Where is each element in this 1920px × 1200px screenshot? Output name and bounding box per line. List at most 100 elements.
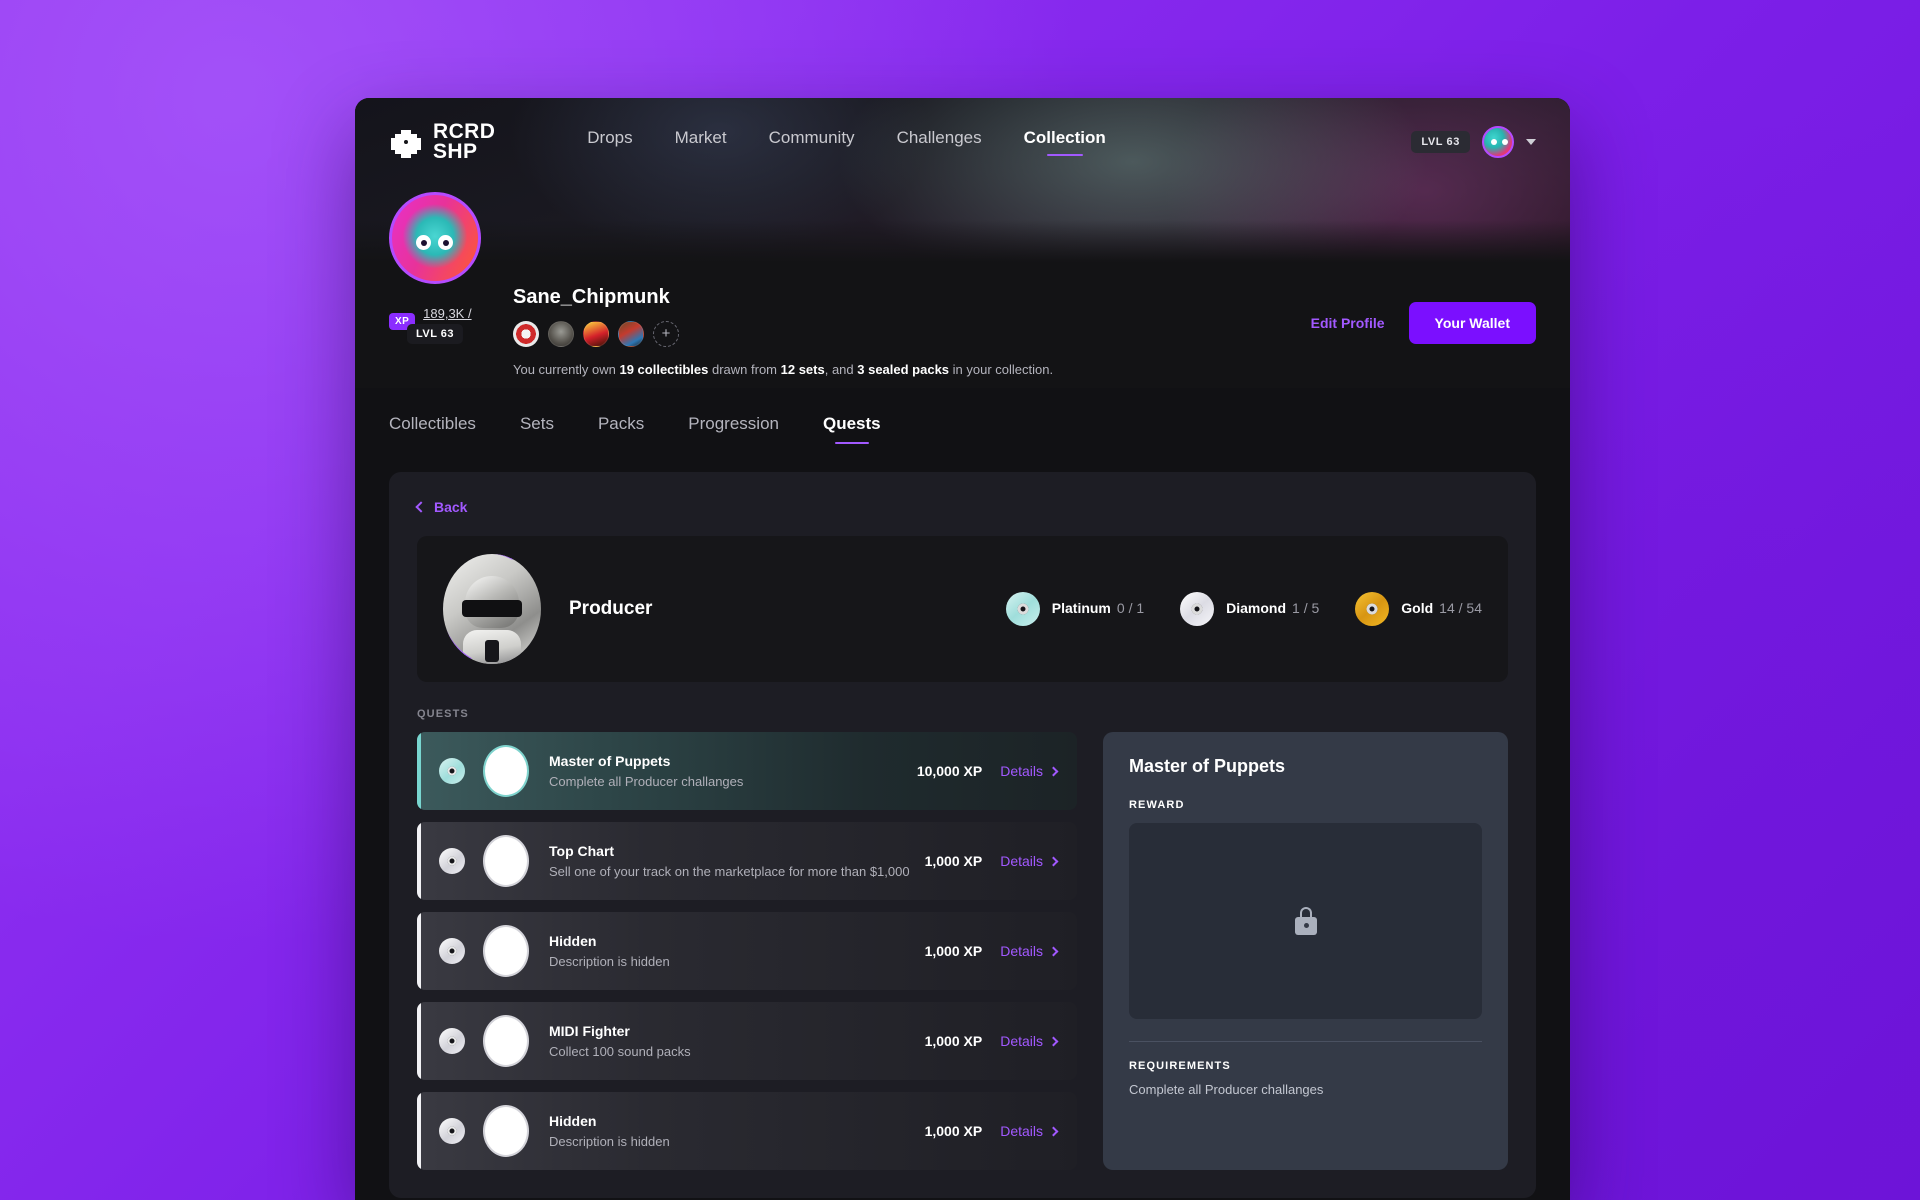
quest-list: Master of Puppets Complete all Producer … [417,732,1077,1170]
quest-details-link[interactable]: Details [1000,1033,1059,1049]
nav-item-drops[interactable]: Drops [587,128,632,156]
producer-card: Producer Platinum 0 / 1 Diamond 1 / 5 Gold… [417,536,1508,682]
diamond-disc-icon [1180,592,1215,626]
profile-avatar-icon[interactable] [389,192,481,284]
edit-profile-link[interactable]: Edit Profile [1311,315,1385,331]
app-window: RCRD SHP Drops Market Community Challeng… [355,98,1570,1200]
quest-description: Description is hidden [549,954,670,969]
brand-line-1: RCRD [433,120,496,143]
badge-misfits-icon[interactable] [548,321,574,347]
stats-sets: 12 sets [780,362,825,377]
tier-list: Platinum 0 / 1 Diamond 1 / 5 Gold 14 / 54 [1005,592,1482,626]
quest-medal-icon [483,745,529,797]
rcrdshp-logo-icon [389,126,423,158]
your-wallet-button[interactable]: Your Wallet [1408,302,1536,344]
primary-nav: Drops Market Community Challenges Collec… [587,128,1106,156]
hero-banner: RCRD SHP Drops Market Community Challeng… [355,98,1570,266]
quests-panel: Back Producer Platinum 0 / 1 Diamond 1 / 5 [389,472,1536,1198]
quest-disc-icon [439,1028,465,1054]
avatar-level-badge: LVL 63 [406,324,464,344]
tab-sets[interactable]: Sets [520,414,554,444]
chevron-right-icon [1048,856,1059,866]
tier-platinum: Platinum 0 / 1 [1005,592,1144,626]
requirements-text: Complete all Producer challanges [1129,1082,1324,1097]
nav-item-market[interactable]: Market [675,128,727,156]
chevron-left-icon [415,501,427,513]
add-badge-button[interactable]: + [653,321,679,347]
platinum-disc-icon [1005,592,1040,626]
quest-row[interactable]: Top Chart Sell one of your track on the … [417,822,1077,900]
quest-description: Sell one of your track on the marketplac… [549,864,910,879]
quest-details-label: Details [1000,853,1043,869]
nav-item-challenges[interactable]: Challenges [897,128,982,156]
detail-divider [1129,1041,1482,1042]
profile-badges: + [513,321,1311,347]
quest-title: MIDI Fighter [549,1023,630,1039]
tab-collectibles[interactable]: Collectibles [389,414,476,444]
quest-disc-icon [439,848,465,874]
quest-details-link[interactable]: Details [1000,853,1059,869]
producer-avatar-icon [443,554,541,664]
quest-description: Collect 100 sound packs [549,1044,691,1059]
tab-quests[interactable]: Quests [823,414,881,444]
brand-name: RCRD SHP [433,120,496,162]
top-navbar: RCRD SHP Drops Market Community Challeng… [355,98,1570,162]
profile-stats: You currently own 19 collectibles drawn … [513,362,1311,377]
chevron-right-icon [1048,946,1059,956]
nav-item-collection[interactable]: Collection [1024,128,1106,156]
quest-medal-icon [483,835,529,887]
tab-packs[interactable]: Packs [598,414,644,444]
badge-art-icon[interactable] [618,321,644,347]
chevron-right-icon [1048,1036,1059,1046]
quest-xp: 1,000 XP [924,943,983,959]
nav-right-cluster: LVL 63 [1411,126,1536,158]
quests-layout: Master of Puppets Complete all Producer … [417,732,1508,1170]
quest-details-link[interactable]: Details [1000,943,1059,959]
requirements-label: REQUIREMENTS [1129,1060,1231,1072]
quest-row[interactable]: Master of Puppets Complete all Producer … [417,732,1077,810]
profile-actions: Edit Profile Your Wallet [1311,266,1536,344]
back-label: Back [434,499,468,515]
tier-gold: Gold 14 / 54 [1355,592,1482,626]
lock-icon [1294,907,1317,935]
gold-disc-icon [1355,592,1390,626]
producer-name: Producer [569,598,653,619]
quest-description: Complete all Producer challanges [549,774,744,789]
chevron-down-icon[interactable] [1526,139,1536,145]
user-avatar-icon[interactable] [1482,126,1514,158]
quest-details-label: Details [1000,1123,1043,1139]
quest-details-link[interactable]: Details [1000,763,1059,779]
back-button[interactable]: Back [415,499,468,515]
tier-gold-count: 14 / 54 [1439,600,1482,616]
tier-gold-name: Gold [1401,600,1434,616]
stats-prefix: You currently own [513,362,620,377]
brand-logo[interactable]: RCRD SHP [389,120,496,162]
profile-strip: LVL 63 XP 189,3K / 230K Sane_Chipmunk + … [355,192,1570,388]
tab-progression[interactable]: Progression [688,414,779,444]
quest-title: Hidden [549,933,597,949]
quest-row[interactable]: MIDI Fighter Collect 100 sound packs 1,0… [417,1002,1077,1080]
quest-row[interactable]: Hidden Description is hidden 1,000 XP De… [417,912,1077,990]
tier-diamond-count: 1 / 5 [1292,600,1320,616]
quest-disc-icon [439,938,465,964]
stats-mid2: , and [824,362,858,377]
badge-rhcp-icon[interactable] [513,321,539,347]
quest-xp: 1,000 XP [924,1033,983,1049]
quest-details-label: Details [1000,1033,1043,1049]
quest-row[interactable]: Hidden Description is hidden 1,000 XP De… [417,1092,1077,1170]
section-tabs: Collectibles Sets Packs Progression Ques… [355,388,1570,444]
reward-box [1129,823,1482,1019]
quest-title: Hidden [549,1113,597,1129]
nav-item-community[interactable]: Community [769,128,855,156]
detail-title: Master of Puppets [1129,756,1286,776]
quest-details-label: Details [1000,943,1043,959]
profile-username: Sane_Chipmunk [513,286,670,308]
stats-suffix: in your collection. [949,362,1054,377]
badge-lightning-icon[interactable] [583,321,609,347]
quest-medal-icon [483,1105,529,1157]
level-badge: LVL 63 [1411,131,1470,153]
stats-mid1: drawn from [708,362,781,377]
quest-disc-icon [439,1118,465,1144]
quest-details-link[interactable]: Details [1000,1123,1059,1139]
chevron-right-icon [1048,1126,1059,1136]
